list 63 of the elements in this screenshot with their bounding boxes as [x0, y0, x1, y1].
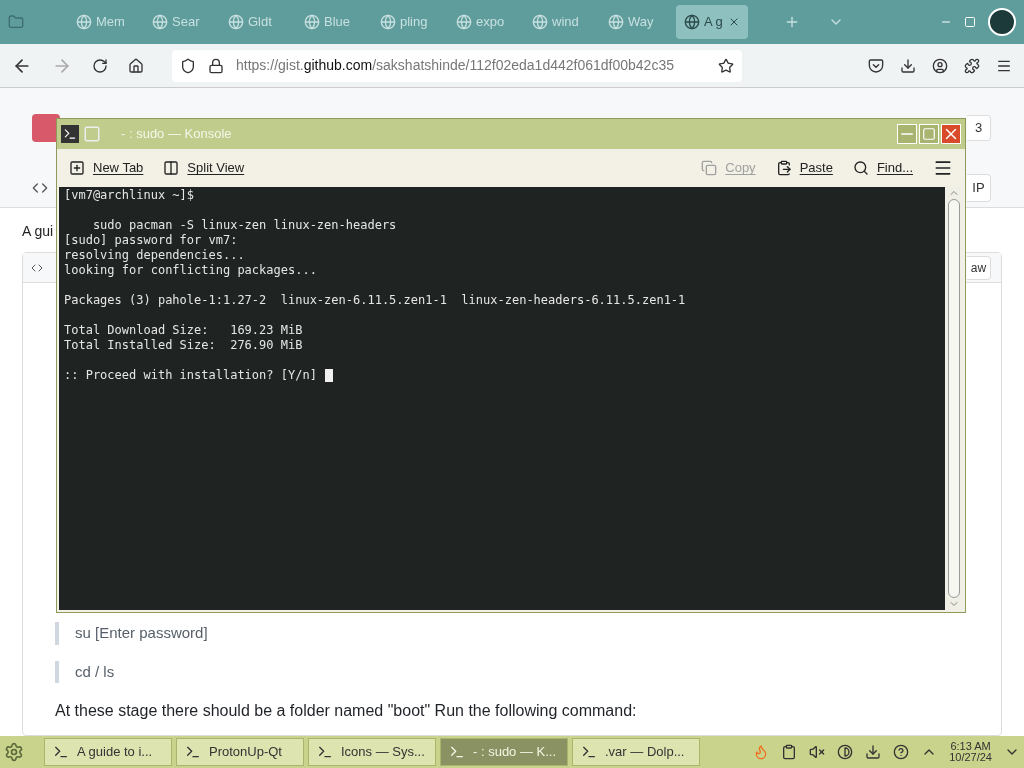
cursor — [324, 369, 333, 382]
close-icon[interactable] — [728, 16, 740, 28]
mute-icon[interactable] — [809, 744, 826, 760]
pocket-icon[interactable] — [868, 57, 884, 74]
terminal-icon[interactable] — [61, 125, 79, 143]
lock-icon[interactable] — [208, 57, 224, 74]
toolbar-icon — [775, 160, 792, 176]
extensions-icon[interactable] — [964, 57, 980, 74]
task-button[interactable]: A guide to i... — [44, 738, 172, 766]
update-icon[interactable] — [865, 744, 882, 760]
close-icon[interactable] — [941, 124, 961, 144]
download-button[interactable]: IP — [967, 173, 991, 202]
toolbar-button[interactable]: Find... — [852, 158, 913, 178]
clipboard-icon[interactable] — [781, 744, 798, 760]
download-icon[interactable] — [900, 57, 916, 74]
app-icon — [185, 744, 201, 760]
browser-tab[interactable]: A g — [676, 5, 748, 39]
bookmark-icon[interactable] — [718, 57, 734, 74]
task-button[interactable]: ProtonUp-Qt — [176, 738, 304, 766]
raw-button[interactable]: aw — [967, 255, 991, 280]
help-icon[interactable] — [893, 744, 910, 760]
app-icon — [449, 744, 465, 760]
contrast-icon[interactable] — [837, 744, 854, 760]
toolbar-icon — [852, 160, 869, 176]
launcher-icon[interactable] — [4, 742, 24, 762]
logo-icon — [988, 8, 1016, 36]
site-icon — [684, 14, 700, 30]
url-text: https://gist.github.com/sakshatshinde/112f02eda1d442f061df00b42c35 — [236, 56, 675, 75]
toolbar-icon — [69, 160, 85, 176]
address-field[interactable]: https://gist.github.com/sakshatshinde/112f02eda1d442f061df00b42c35 — [172, 49, 742, 82]
menu-icon[interactable] — [933, 158, 953, 178]
star-button[interactable]: 3 — [967, 115, 991, 141]
home-icon[interactable] — [128, 57, 144, 74]
site-icon — [76, 14, 92, 30]
toolbar-icon — [163, 160, 180, 176]
site-icon — [380, 14, 396, 30]
window-title: - : sudo — Konsole — [121, 125, 232, 144]
toolbar-button[interactable]: Paste — [775, 158, 833, 178]
site-icon — [304, 14, 320, 30]
site-icon — [228, 14, 244, 30]
toolbar-button[interactable]: Split View — [163, 158, 245, 178]
paragraph: At these stage there should be a folder named "boot" Run the following command: — [55, 701, 638, 721]
clock-time[interactable]: 6:13 AM — [950, 741, 991, 752]
site-icon — [152, 14, 168, 30]
app-icon — [317, 744, 333, 760]
site-icon — [532, 14, 548, 30]
blockquote: cd / ls — [55, 660, 1001, 683]
shield-icon[interactable] — [180, 57, 196, 74]
site-icon — [456, 14, 472, 30]
toolbar-button[interactable]: New Tab — [69, 158, 144, 178]
account-icon[interactable] — [932, 57, 948, 74]
blockquote: su [Enter password] — [55, 622, 1001, 645]
task-button[interactable]: .var — Dolp... — [572, 738, 700, 766]
task-button[interactable]: Icons — Sys... — [308, 738, 436, 766]
app-icon — [53, 744, 69, 760]
site-icon — [608, 14, 624, 30]
toolbar-icon — [701, 160, 718, 176]
terminal-output: [vm7@archlinux ~]$ sudo pacman -S linux-zen linux-zen-headers [sudo] password for vm7: resolving dependencies... looking for conflicting packages... Packages (3) pahole-1:1.27-2 linux-zen-6.11.5.zen1-1 linux-zen-headers-6.11.5.zen1-1 Total Download Size: 169.23 MiB Total Installed Size: 276.90 MiB :: Proceed with installation? [Y/n] — [63, 187, 687, 384]
clock-date[interactable]: 10/27/24 — [949, 752, 992, 763]
maximize-icon[interactable] — [964, 16, 976, 28]
reload-icon[interactable] — [92, 57, 108, 74]
intro-text: A gui — [22, 222, 54, 241]
app-icon — [581, 744, 597, 760]
